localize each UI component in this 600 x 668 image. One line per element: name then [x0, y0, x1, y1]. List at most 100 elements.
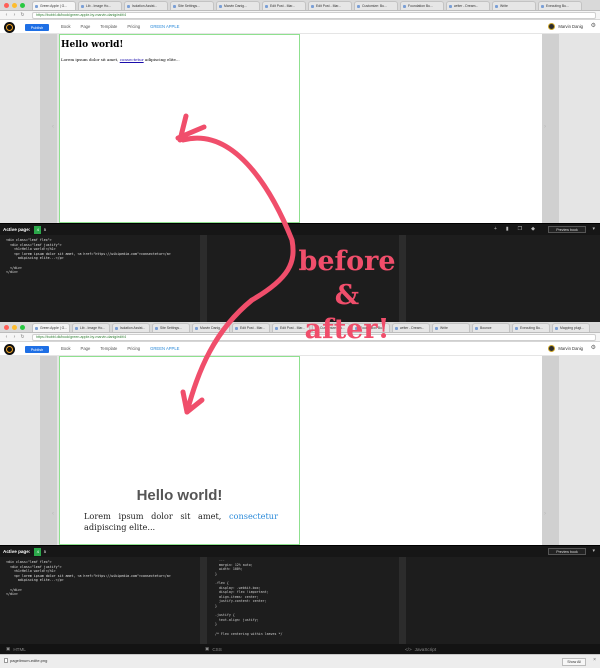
trash-icon[interactable]: ▮: [506, 226, 509, 232]
page-link[interactable]: consectetur: [120, 57, 144, 62]
left-page[interactable]: Hello world! Lorem ipsum dolor sit amet,…: [59, 356, 300, 545]
annotation-text: before & after!: [288, 245, 406, 346]
user-menu[interactable]: Marvin Danig: [548, 23, 583, 30]
forward-icon[interactable]: ›: [12, 12, 17, 18]
preview-book-button[interactable]: Preview book: [548, 548, 586, 555]
file-icon: [4, 658, 8, 663]
browser-tab[interactable]: Executing Bu...: [538, 1, 582, 10]
chevron-down-icon[interactable]: ▾: [592, 548, 595, 554]
right-page[interactable]: [300, 356, 542, 545]
browser-tab[interactable]: Edit Post - Mar...: [308, 1, 352, 10]
reload-icon[interactable]: ↻: [20, 12, 25, 18]
preview-book-button[interactable]: Preview book: [548, 226, 586, 233]
settings-icon[interactable]: ◆: [531, 226, 535, 232]
menu-book[interactable]: Book: [61, 346, 71, 351]
page-5-button[interactable]: 5: [41, 548, 48, 556]
page-5-button[interactable]: 5: [41, 226, 48, 234]
annotation-line-1: before: [298, 246, 396, 277]
browser-tab[interactable]: Isolation Assist...: [112, 323, 150, 332]
browser-tab[interactable]: Green Apple | G...: [32, 323, 70, 332]
url-input[interactable]: https://bubbl.dk/book/green-apple-by-mar…: [32, 11, 596, 19]
after-screenshot: Green Apple | G... Lib - Image Ho... Iso…: [0, 322, 600, 668]
download-filename: pagelimum-edite.png: [10, 658, 48, 663]
menu-template[interactable]: Template: [100, 24, 117, 29]
bubbl-logo-icon[interactable]: [4, 22, 15, 33]
browser-tab[interactable]: writer - Dream...: [446, 1, 490, 10]
right-page[interactable]: [300, 34, 542, 223]
browser-tab[interactable]: Customize: Bu...: [354, 1, 398, 10]
browser-tab[interactable]: Site Settings...: [170, 1, 214, 10]
book-stage: ‹ › Hello world! Lorem ipsum dolor sit a…: [0, 34, 600, 223]
back-icon[interactable]: ‹: [4, 334, 9, 340]
browser-tab[interactable]: Lib - Image Ho...: [78, 1, 122, 10]
editor-divider[interactable]: [399, 557, 406, 644]
download-item[interactable]: pagelimum-edite.png: [4, 658, 47, 663]
page-heading: Hello world!: [136, 487, 223, 504]
editor-toolbar: Active page: 4 5 Preview book ▾: [0, 545, 600, 557]
browser-tab[interactable]: Mapping plugi...: [552, 323, 590, 332]
browser-tab[interactable]: Edit Post - Mar...: [232, 323, 270, 332]
browser-tab[interactable]: Executing Bu...: [512, 323, 550, 332]
avatar: [548, 23, 556, 30]
editor-footer: ▣ HTML ▣ CSS </> JavaScript: [0, 644, 600, 654]
css-code[interactable]: ... margin: 12% auto; width: 100%; } .fl…: [211, 558, 283, 636]
browser-tab[interactable]: Isolation Assist...: [124, 1, 168, 10]
add-icon[interactable]: +: [494, 226, 497, 232]
prev-page-icon[interactable]: ‹: [52, 511, 54, 517]
bubbl-logo-icon[interactable]: [4, 344, 15, 355]
menu-page[interactable]: Page: [81, 24, 91, 29]
editor-divider[interactable]: [200, 235, 207, 322]
browser-tab[interactable]: Lib - Image Ho...: [72, 323, 110, 332]
window-controls[interactable]: [4, 325, 25, 330]
gear-icon[interactable]: ⚙: [591, 345, 596, 351]
browser-tab[interactable]: Marvin Danig...: [216, 1, 260, 10]
page-4-button[interactable]: 4: [34, 547, 42, 556]
copy-icon[interactable]: ❐: [518, 226, 522, 232]
html-editor[interactable]: <div class="leaf flex"> <div class="leaf…: [0, 235, 200, 322]
publish-button[interactable]: Publish: [25, 346, 49, 353]
browser-tab[interactable]: Marvin Danig...: [192, 323, 230, 332]
page-4-button[interactable]: 4: [34, 225, 42, 234]
next-page-icon[interactable]: ›: [544, 511, 546, 517]
window-controls[interactable]: [4, 3, 25, 8]
browser-tab[interactable]: Write: [432, 323, 470, 332]
menu-book[interactable]: Book: [61, 24, 71, 29]
html-editor[interactable]: <div class="leaf flex"> <div class="leaf…: [0, 557, 200, 644]
browser-tab[interactable]: Bounce: [472, 323, 510, 332]
next-page-icon[interactable]: ›: [544, 124, 546, 130]
menu-page[interactable]: Page: [81, 346, 91, 351]
forward-icon[interactable]: ›: [12, 334, 17, 340]
js-editor[interactable]: [406, 557, 600, 644]
css-tab[interactable]: ▣ CSS: [205, 646, 222, 652]
page-paragraph: Lorem ipsum dolor sit amet, consectetur …: [61, 57, 180, 62]
top-menu: Book Page Template Pricing GREEN APPLE: [61, 24, 179, 29]
browser-tab[interactable]: Foundation Bu...: [400, 1, 444, 10]
html-code[interactable]: <div class="leaf flex"> <div class="leaf…: [6, 560, 171, 597]
browser-tab[interactable]: Green Apple | G...: [32, 1, 76, 10]
gear-icon[interactable]: ⚙: [591, 23, 596, 29]
browser-tab[interactable]: Edit Post - Mar...: [262, 1, 306, 10]
js-tab[interactable]: </> JavaScript: [405, 647, 436, 652]
reload-icon[interactable]: ↻: [20, 334, 25, 340]
page-link[interactable]: consectetur: [229, 511, 278, 521]
chevron-down-icon[interactable]: ▾: [592, 226, 595, 232]
menu-book-title[interactable]: GREEN APPLE: [150, 24, 179, 29]
left-page[interactable]: Hello world! Lorem ipsum dolor sit amet,…: [59, 34, 300, 223]
menu-pricing[interactable]: Pricing: [127, 346, 140, 351]
user-menu[interactable]: Marvin Danig: [548, 345, 583, 352]
publish-button[interactable]: Publish: [25, 24, 49, 31]
html-tab[interactable]: ▣ HTML: [6, 646, 26, 652]
menu-pricing[interactable]: Pricing: [127, 24, 140, 29]
browser-tab[interactable]: Site Settings...: [152, 323, 190, 332]
css-editor[interactable]: ... margin: 12% auto; width: 100%; } .fl…: [207, 557, 399, 644]
menu-template[interactable]: Template: [100, 346, 117, 351]
editor-divider[interactable]: [200, 557, 207, 644]
close-icon[interactable]: ×: [593, 658, 596, 663]
browser-tab[interactable]: Write: [492, 1, 536, 10]
html-code[interactable]: <div class="leaf flex"> <div class="leaf…: [6, 238, 171, 275]
js-editor[interactable]: [406, 235, 600, 322]
back-icon[interactable]: ‹: [4, 12, 9, 18]
menu-book-title[interactable]: GREEN APPLE: [150, 346, 179, 351]
prev-page-icon[interactable]: ‹: [52, 124, 54, 130]
show-all-button[interactable]: Show All: [562, 658, 586, 666]
